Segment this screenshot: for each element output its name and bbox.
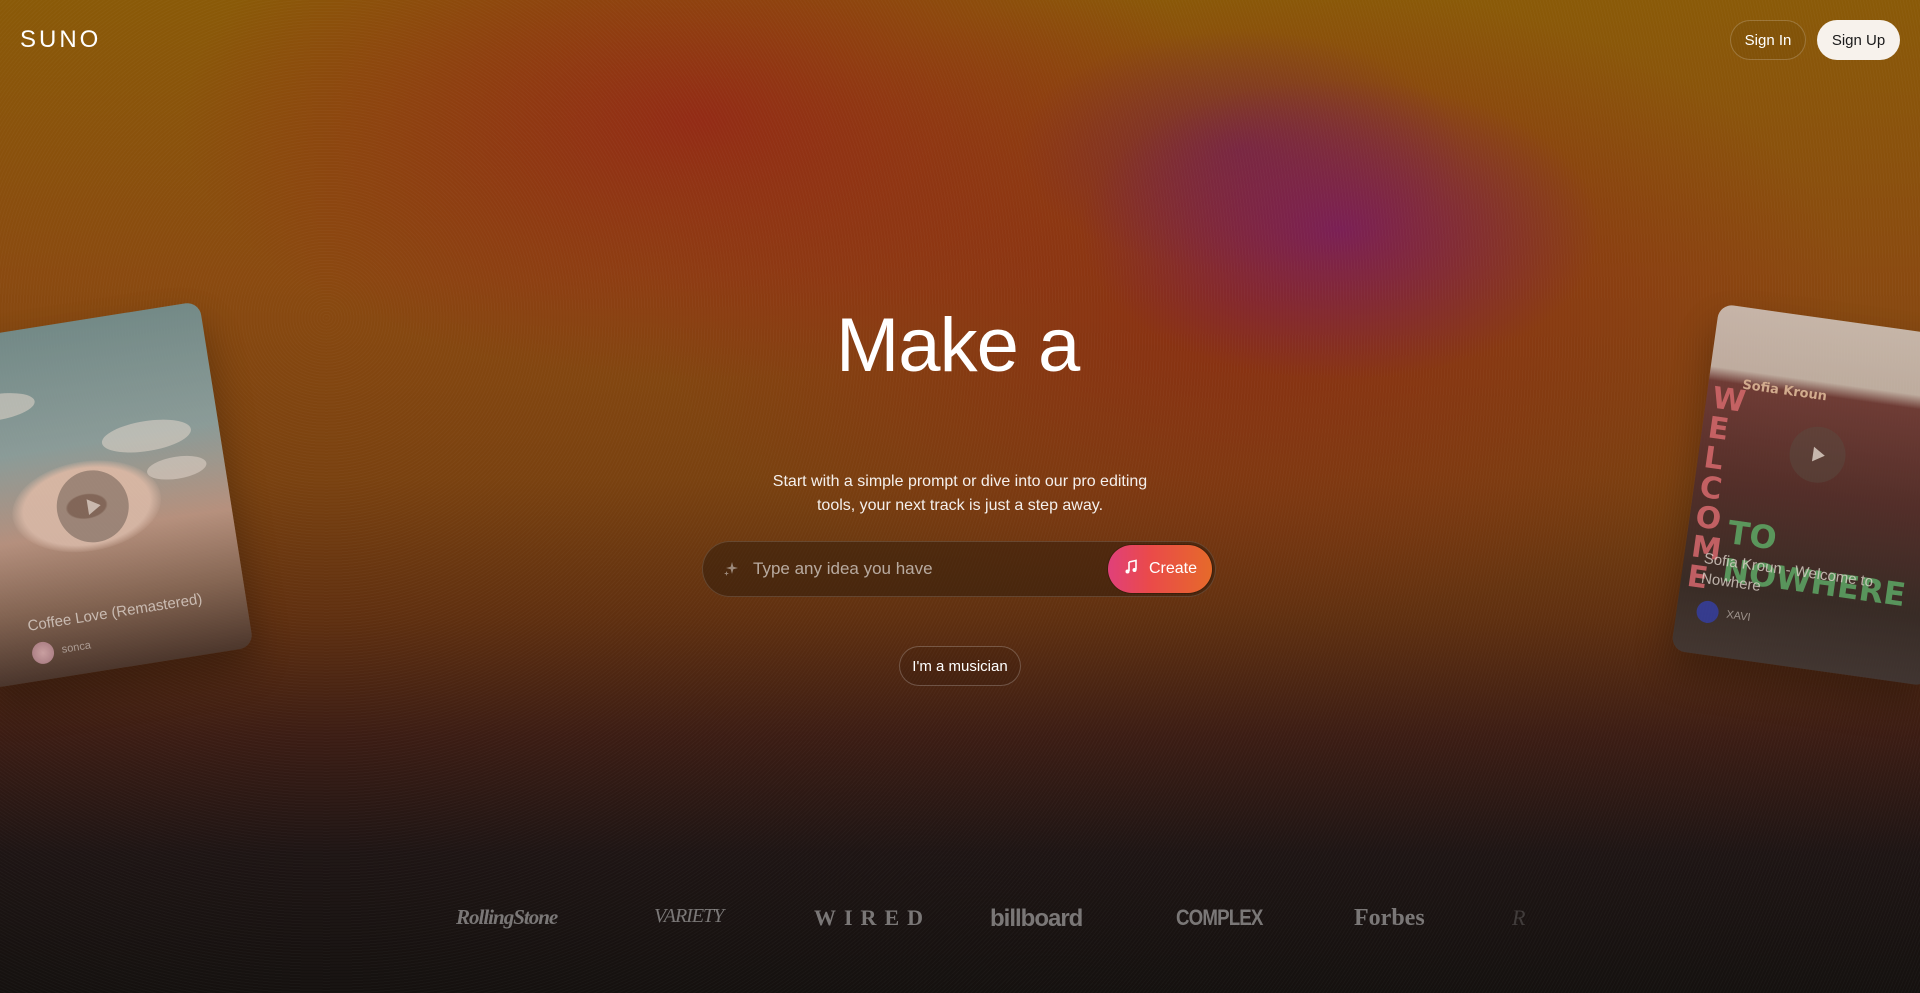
- avatar: [1695, 599, 1721, 625]
- variety-logo: VARIETY: [654, 905, 724, 927]
- sign-in-button[interactable]: Sign In: [1730, 20, 1806, 60]
- rolling-stone-logo: RollingStone: [456, 905, 558, 929]
- poster-text: Sofia Kroun: [1741, 377, 1828, 405]
- billboard-logo: billboard: [990, 905, 1083, 932]
- subtitle-line: Start with a simple prompt or dive into …: [772, 473, 1148, 490]
- top-navigation: SUNO Sign In Sign Up: [0, 0, 1920, 80]
- subtitle-line: tools, your next track is just a step aw…: [816, 497, 1104, 514]
- forbes-logo: Forbes: [1354, 905, 1425, 931]
- create-label: Create: [1148, 560, 1198, 577]
- press-logo-partial: R: [1512, 905, 1526, 930]
- prompt-bar: Create: [702, 541, 1216, 597]
- song-artist: XAVI: [1695, 599, 1752, 629]
- artist-name: sonca: [60, 639, 92, 656]
- create-button[interactable]: Create: [1108, 545, 1212, 593]
- press-logos: RollingStone VARIETY WIRED billboard COM…: [440, 905, 1540, 945]
- avatar: [30, 640, 56, 666]
- suno-logo[interactable]: SUNO: [20, 26, 101, 54]
- cloud-shape: [99, 414, 194, 458]
- sign-up-button[interactable]: Sign Up: [1817, 20, 1900, 60]
- play-icon[interactable]: [1785, 423, 1850, 487]
- artist-name: XAVI: [1725, 608, 1752, 624]
- page-title: Make a: [836, 303, 1080, 388]
- sparkle-icon: [721, 559, 741, 579]
- wired-logo: WIRED: [814, 905, 932, 930]
- cloud-shape: [0, 388, 37, 427]
- song-artist: sonca: [30, 634, 92, 666]
- musician-button[interactable]: I'm a musician: [899, 646, 1021, 686]
- complex-logo: COMPLEX: [1176, 905, 1263, 930]
- cloud-shape: [145, 452, 209, 484]
- music-note-icon: [1123, 559, 1139, 580]
- song-title: Coffee Love (Remastered): [26, 590, 204, 635]
- prompt-input[interactable]: [751, 558, 1095, 580]
- hero-subtitle: Start with a simple prompt or dive into …: [760, 470, 1160, 518]
